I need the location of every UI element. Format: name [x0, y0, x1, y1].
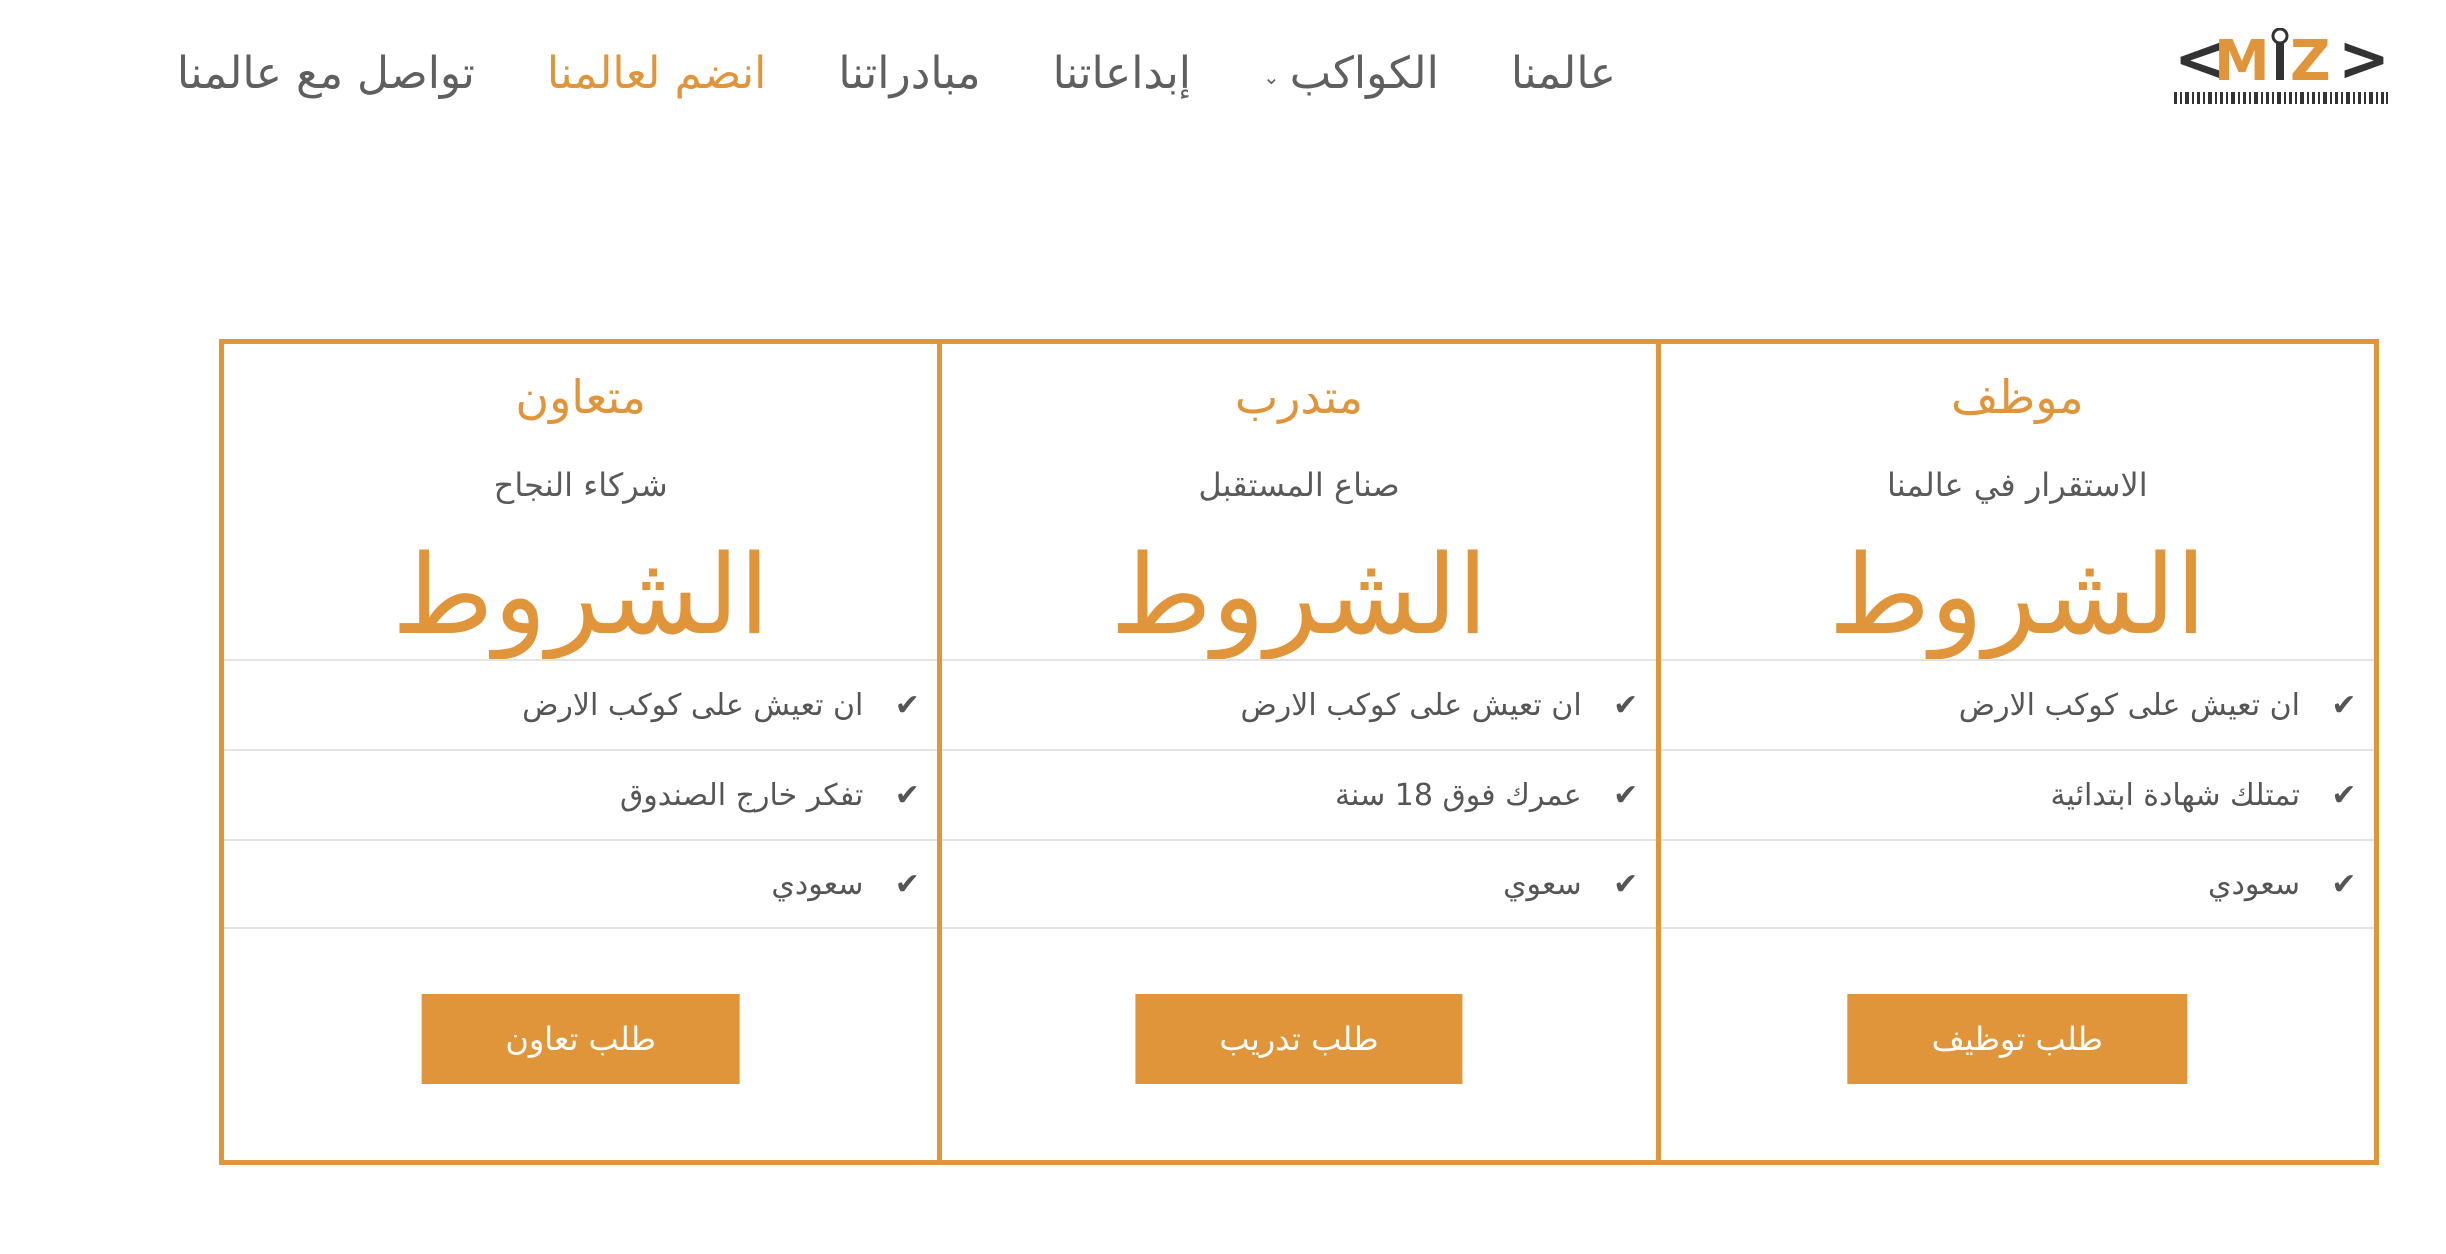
feature-list: ✔ ان تعيش على كوكب الارض ✔ عمرك فوق 18 س… [942, 659, 1656, 929]
nav-item-contact[interactable]: تواصل مع عالمنا [177, 48, 475, 99]
nav-item-creations[interactable]: إبداعاتنا [1053, 48, 1191, 99]
feature-item: ✔ ان تعيش على كوكب الارض [224, 659, 938, 749]
feature-item: ✔ ان تعيش على كوكب الارض [1660, 659, 2374, 749]
checkmark-icon: ✔ [2331, 687, 2357, 723]
nav-item-label: الكواكب [1289, 48, 1439, 99]
plan-subtitle: صناع المستقبل [1198, 466, 1400, 504]
plan-heading: الشروط [1110, 531, 1488, 659]
checkmark-icon: ✔ [894, 687, 920, 723]
feature-text: تفكر خارج الصندوق [620, 777, 864, 813]
checkmark-icon: ✔ [1613, 777, 1639, 813]
nav-item-join-us[interactable]: انضم لعالمنا [547, 48, 766, 99]
feature-item: ✔ عمرك فوق 18 سنة [942, 749, 1656, 839]
nav-item-label: إبداعاتنا [1052, 48, 1191, 99]
checkmark-icon: ✔ [2331, 777, 2357, 813]
plan-card-collaborator: متعاون شركاء النجاح الشروط ✔ ان تعيش على… [224, 344, 938, 1160]
plan-heading: الشروط [391, 531, 770, 659]
svg-text:M: M [2214, 29, 2270, 94]
plan-subtitle: الاستقرار في عالمنا [1887, 466, 2148, 504]
feature-text: عمرك فوق 18 سنة [1334, 777, 1582, 813]
feature-list: ✔ ان تعيش على كوكب الارض ✔ تفكر خارج الص… [224, 659, 938, 929]
checkmark-icon: ✔ [1613, 687, 1639, 723]
plan-card-employee: موظف الاستقرار في عالمنا الشروط ✔ ان تعي… [1655, 344, 2374, 1160]
pricing-table: موظف الاستقرار في عالمنا الشروط ✔ ان تعي… [219, 339, 2379, 1165]
plan-title: متعاون [515, 370, 647, 424]
nav-item-initiatives[interactable]: مبادراتنا [838, 48, 980, 99]
feature-item: ✔ ان تعيش على كوكب الارض [942, 659, 1656, 749]
checkmark-icon: ✔ [1613, 866, 1639, 902]
nav-item-label: انضم لعالمنا [546, 48, 767, 99]
checkmark-icon: ✔ [894, 777, 920, 813]
feature-item: ✔ سعودي [1660, 839, 2374, 929]
feature-text: تمتلك شهادة ابتدائية [2050, 777, 2300, 813]
nav-item-planets[interactable]: الكواكب ⌄ [1263, 48, 1439, 99]
checkmark-icon: ✔ [894, 866, 920, 902]
apply-collaboration-button[interactable]: طلب تعاون [421, 994, 741, 1084]
feature-item: ✔ سعوي [942, 839, 1656, 929]
feature-list: ✔ ان تعيش على كوكب الارض ✔ تمتلك شهادة ا… [1660, 659, 2374, 929]
plan-title: موظف [1951, 370, 2084, 424]
feature-item: ✔ سعودي [224, 839, 938, 929]
plan-title: متدرب [1234, 370, 1364, 424]
feature-text: ان تعيش على كوكب الارض [522, 687, 864, 723]
main-nav: عالمنا الكواكب ⌄ إبداعاتنا مبادراتنا انض… [177, 48, 1616, 99]
nav-item-label: تواصل مع عالمنا [176, 48, 475, 99]
feature-text: ان تعيش على كوكب الارض [1240, 687, 1582, 723]
nav-item-our-world[interactable]: عالمنا [1511, 48, 1616, 99]
nav-item-label: عالمنا [1510, 48, 1616, 99]
apply-training-button[interactable]: طلب تدريب [1135, 994, 1463, 1084]
feature-text: سعوي [1503, 866, 1582, 902]
svg-text:Z: Z [2290, 29, 2331, 94]
chevron-down-icon: ⌄ [1263, 64, 1280, 89]
feature-item: ✔ تفكر خارج الصندوق [224, 749, 938, 839]
apply-employment-button[interactable]: طلب توظيف [1847, 994, 2187, 1084]
svg-text:>: > [2338, 28, 2390, 95]
feature-text: سعودي [2208, 866, 2300, 902]
plan-card-trainee: متدرب صناع المستقبل الشروط ✔ ان تعيش على… [937, 344, 1656, 1160]
nav-item-label: مبادراتنا [838, 48, 981, 99]
checkmark-icon: ✔ [2331, 866, 2357, 902]
feature-text: ان تعيش على كوكب الارض [1958, 687, 2300, 723]
feature-item: ✔ تمتلك شهادة ابتدائية [1660, 749, 2374, 839]
feature-text: سعودي [771, 866, 864, 902]
plan-subtitle: شركاء النجاح [493, 466, 668, 504]
brand-logo[interactable]: < M Z > [2172, 28, 2390, 114]
plan-heading: الشروط [1828, 531, 2207, 659]
header: < M Z > عالمنا الكواكب ⌄ إبداعاتنا مبادر… [0, 0, 2446, 160]
